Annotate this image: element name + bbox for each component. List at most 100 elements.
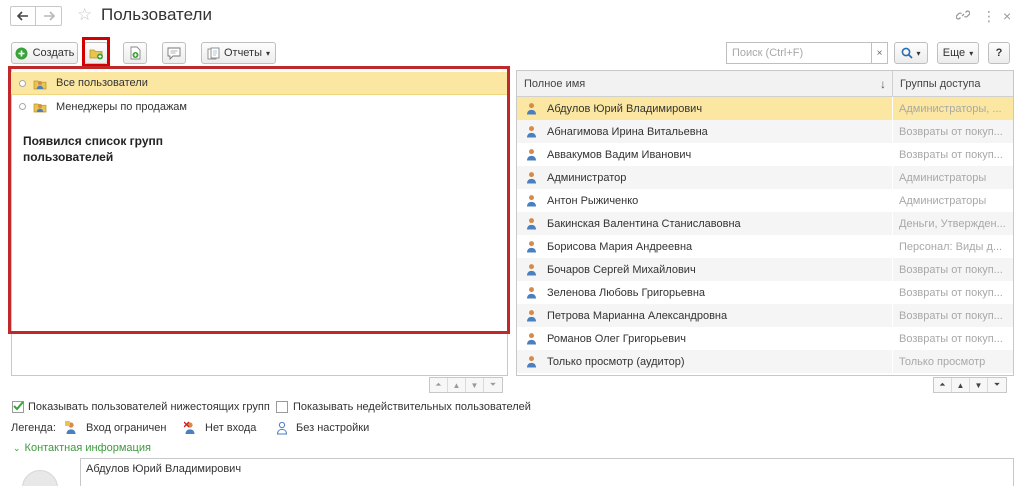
search-clear-button[interactable]: × — [872, 42, 888, 64]
show-subgroup-users-checkbox[interactable] — [12, 401, 24, 413]
search-input[interactable]: Поиск (Ctrl+F) — [726, 42, 872, 64]
user-not-configured-icon — [276, 421, 288, 435]
create-button[interactable]: Создать — [11, 42, 78, 64]
table-row[interactable]: Борисова Мария Андреевна Персонал: Виды д… — [517, 235, 1013, 258]
cell-full-name: Абнагимова Ирина Витальевна — [517, 120, 892, 143]
user-name: Романов Олег Григорьевич — [547, 332, 686, 345]
chevron-down-icon: ⌄ — [13, 443, 21, 453]
user-icon — [527, 218, 536, 230]
cell-full-name: Романов Олег Григорьевич — [517, 327, 892, 350]
users-table: Полное имя ↓ Группы доступа Абдулов Юрий… — [516, 70, 1014, 376]
user-name: Только просмотр (аудитор) — [547, 355, 685, 368]
table-row[interactable]: Антон Рыжиченко Администраторы — [517, 189, 1013, 212]
table-row[interactable]: Аввакумов Вадим Иванович Возвраты от поку… — [517, 143, 1013, 166]
plus-circle-icon — [15, 47, 28, 59]
cell-full-name: Только просмотр (аудитор) — [517, 350, 892, 373]
column-header-full-name[interactable]: Полное имя ↓ — [517, 71, 892, 97]
table-row[interactable]: Абнагимова Ирина Витальевна Возвраты от п… — [517, 120, 1013, 143]
cell-access-groups: Возвраты от покуп... — [892, 327, 1013, 350]
sort-desc-icon: ↓ — [880, 76, 886, 91]
title-bar: ☆ Пользователи ⋮ × — [0, 0, 1024, 34]
cell-full-name: Администратор — [517, 166, 892, 189]
user-limited-icon — [65, 421, 76, 434]
help-button[interactable]: ? — [988, 42, 1010, 64]
page-title: Пользователи — [101, 5, 212, 24]
scroll-up-icon[interactable]: ▲ — [952, 378, 970, 392]
magnifier-icon — [902, 47, 914, 59]
table-row[interactable]: Администратор Администраторы — [517, 166, 1013, 189]
document-copy-icon — [130, 46, 140, 60]
report-icon — [207, 47, 220, 59]
show-invalid-users-label: Показывать недействительных пользователе… — [293, 401, 531, 413]
cell-access-groups: Возвраты от покуп... — [892, 143, 1013, 166]
reports-button-label: Отчеты — [223, 47, 262, 59]
scroll-bottom-icon[interactable]: ⏷ — [988, 378, 1006, 392]
dropdown-caret-icon: ▾ — [916, 48, 921, 58]
legend-item-label: Вход ограничен — [86, 422, 167, 434]
cell-access-groups: Администраторы, ... — [892, 97, 1013, 120]
link-icon[interactable] — [955, 8, 971, 25]
back-button[interactable] — [10, 6, 36, 26]
table-row[interactable]: Бакинская Валентина Станиславовна Деньги,… — [517, 212, 1013, 235]
show-subgroup-users-label: Показывать пользователей нижестоящих гру… — [28, 401, 270, 413]
cell-full-name: Антон Рыжиченко — [517, 189, 892, 212]
cell-full-name: Борисова Мария Андреевна — [517, 235, 892, 258]
more-button[interactable]: Еще ▾ — [937, 42, 979, 64]
user-name: Зеленова Любовь Григорьевна — [547, 286, 706, 299]
forward-button[interactable] — [36, 6, 62, 26]
cell-access-groups: Деньги, Утвержден... — [892, 212, 1013, 235]
contact-info-toggle[interactable]: ⌄ Контактная информация — [13, 442, 151, 454]
user-icon — [527, 310, 536, 322]
cell-full-name: Петрова Марианна Александровна — [517, 304, 892, 327]
reports-button[interactable]: Отчеты ▾ — [201, 42, 276, 64]
avatar — [22, 470, 58, 486]
table-row[interactable]: Только просмотр (аудитор) Только просмотр — [517, 350, 1013, 373]
user-name: Бакинская Валентина Станиславовна — [547, 217, 741, 230]
table-row[interactable]: Абдулов Юрий Владимирович Администраторы,… — [517, 97, 1013, 120]
user-icon — [527, 149, 536, 161]
user-no-login-icon — [184, 421, 195, 434]
scroll-top-icon[interactable]: ⏶ — [934, 378, 952, 392]
highlight-frame — [8, 66, 510, 334]
table-row[interactable]: Романов Олег Григорьевич Возвраты от поку… — [517, 327, 1013, 350]
favorite-star-icon[interactable]: ☆ — [77, 6, 92, 24]
user-name: Борисова Мария Андреевна — [547, 240, 693, 253]
scroll-down-icon[interactable]: ▼ — [970, 378, 988, 392]
groups-scroll-controls: ⏶ ▲ ▼ ⏷ — [429, 377, 503, 393]
user-name: Абнагимова Ирина Витальевна — [547, 125, 708, 138]
cell-access-groups: Возвраты от покуп... — [892, 281, 1013, 304]
comment-button[interactable] — [162, 42, 186, 64]
table-row[interactable]: Петрова Марианна Александровна Возвраты о… — [517, 304, 1013, 327]
user-name: Администратор — [547, 171, 627, 184]
scroll-up-icon[interactable]: ▲ — [448, 378, 466, 392]
show-invalid-users-checkbox[interactable] — [276, 401, 288, 413]
cell-access-groups: Администраторы — [892, 166, 1013, 189]
create-button-label: Создать — [32, 47, 75, 59]
column-header-access-groups[interactable]: Группы доступа — [892, 71, 1013, 97]
table-row[interactable]: Зеленова Любовь Григорьевна Возвраты от п… — [517, 281, 1013, 304]
legend-item-label: Без настройки — [296, 422, 370, 434]
user-name: Абдулов Юрий Владимирович — [547, 102, 703, 115]
legend-title: Легенда: — [11, 422, 56, 434]
cell-full-name: Абдулов Юрий Владимирович — [517, 97, 892, 120]
user-icon — [527, 287, 536, 299]
more-vertical-icon[interactable]: ⋮ — [982, 8, 996, 24]
copy-button[interactable] — [123, 42, 147, 64]
dropdown-caret-icon: ▾ — [266, 48, 271, 58]
scroll-down-icon[interactable]: ▼ — [466, 378, 484, 392]
user-icon — [527, 195, 536, 207]
scroll-top-icon[interactable]: ⏶ — [430, 378, 448, 392]
highlight-frame — [82, 37, 110, 67]
legend-item-label: Нет входа — [205, 422, 257, 434]
search-options-button[interactable]: ▾ — [894, 42, 928, 64]
table-row[interactable]: Бочаров Сергей Михайлович Возвраты от пок… — [517, 258, 1013, 281]
contact-info-field: Абдулов Юрий Владимирович — [80, 458, 1014, 486]
user-icon — [527, 172, 536, 184]
close-icon[interactable]: × — [1003, 8, 1011, 24]
comment-icon — [167, 47, 181, 60]
scroll-bottom-icon[interactable]: ⏷ — [484, 378, 502, 392]
arrow-left-icon — [17, 11, 28, 21]
contact-info-value: Абдулов Юрий Владимирович — [86, 463, 242, 475]
cell-access-groups: Администраторы — [892, 189, 1013, 212]
user-icon — [527, 126, 536, 138]
